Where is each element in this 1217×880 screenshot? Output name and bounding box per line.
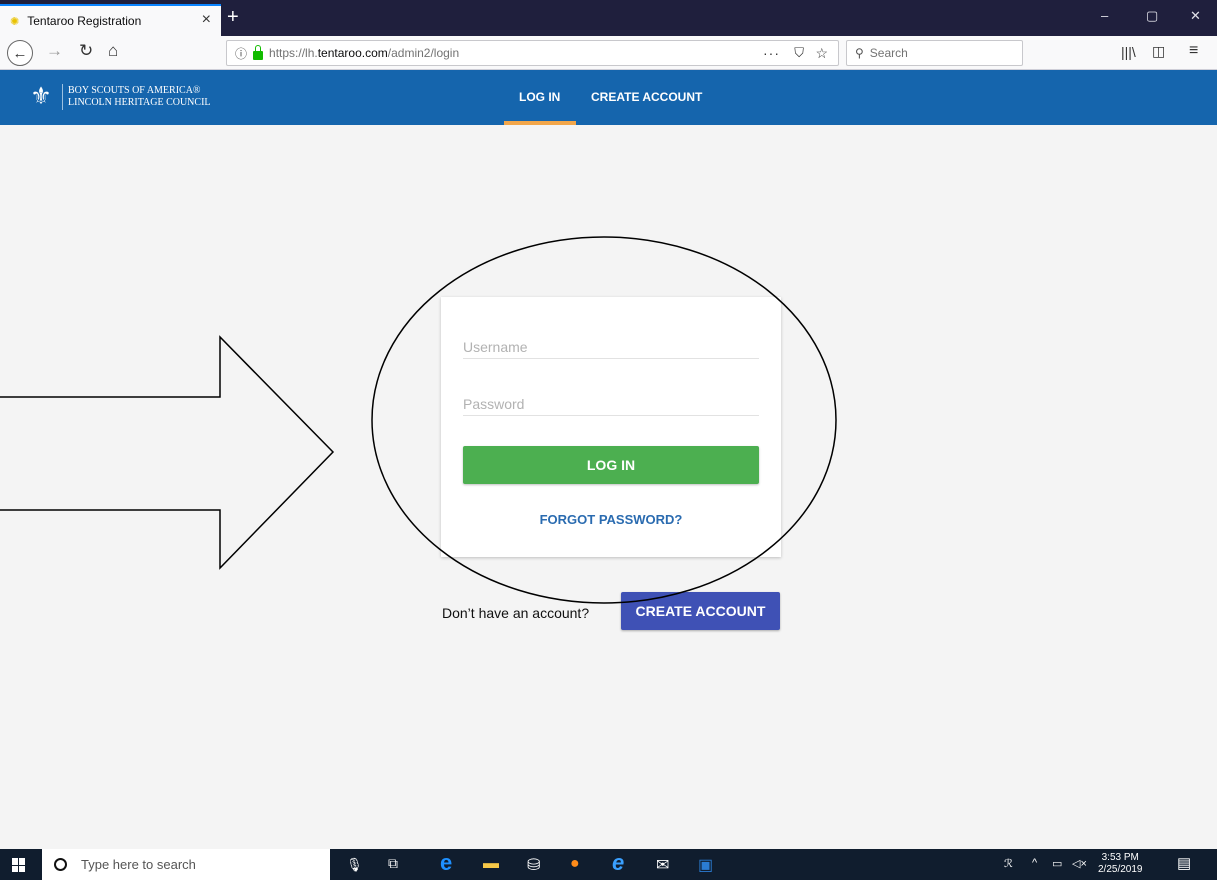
tab-favicon-icon: ✺ xyxy=(10,15,20,28)
nav-login-link[interactable]: LOG IN xyxy=(519,90,560,104)
url-prefix: https://lh. xyxy=(269,46,318,60)
mail-icon[interactable]: ✉ xyxy=(656,855,669,875)
clock-date: 2/25/2019 xyxy=(1098,864,1143,875)
firefox-icon[interactable]: ● xyxy=(570,855,580,873)
username-input[interactable] xyxy=(463,337,759,357)
store-icon[interactable]: ⛁ xyxy=(527,855,540,875)
login-card: LOG IN FORGOT PASSWORD? xyxy=(441,297,781,557)
taskbar-search-placeholder: Type here to search xyxy=(81,857,196,872)
forgot-password-link[interactable]: FORGOT PASSWORD? xyxy=(441,512,781,527)
browser-nav-bar: ← → ↻ ⌂ ⓘ https://lh. tentaroo.com/admin2… xyxy=(0,36,1217,70)
nav-create-account-link[interactable]: CREATE ACCOUNT xyxy=(591,90,702,104)
url-path: /admin2/login xyxy=(387,46,460,60)
browser-tab[interactable]: ✺ Tentaroo Registration × xyxy=(0,4,221,36)
edge-icon[interactable]: e xyxy=(440,850,452,876)
word-icon[interactable]: ▣ xyxy=(698,855,713,875)
org-line-1: BOY SCOUTS OF AMERICA® xyxy=(68,85,201,96)
lock-icon xyxy=(253,44,264,60)
minimize-icon[interactable]: – xyxy=(1101,8,1108,23)
active-tab-indicator xyxy=(504,121,576,125)
pocket-icon[interactable]: ⛉ xyxy=(794,45,804,61)
site-header: ⚜ BOY SCOUTS OF AMERICA® LINCOLN HERITAG… xyxy=(0,70,1217,125)
taskbar-search-box[interactable]: Type here to search xyxy=(42,849,330,880)
password-input[interactable] xyxy=(463,394,759,414)
library-icon[interactable]: |||\ xyxy=(1121,44,1136,60)
browser-tab-bar: ✺ Tentaroo Registration × + – ▢ ✕ xyxy=(0,0,1217,36)
tray-chevron-icon[interactable]: ^ xyxy=(1032,857,1037,869)
org-line-2: LINCOLN HERITAGE COUNCIL xyxy=(68,97,211,108)
no-account-prompt: Don’t have an account? xyxy=(442,605,590,621)
forward-arrow-icon[interactable]: → xyxy=(46,41,63,61)
home-icon[interactable]: ⌂ xyxy=(108,41,118,61)
search-icon: ⚲ xyxy=(855,46,864,60)
url-bar[interactable]: ⓘ https://lh. tentaroo.com/admin2/login ·… xyxy=(226,40,839,66)
bsa-logo-icon[interactable]: ⚜ xyxy=(24,82,58,112)
close-window-icon[interactable]: ✕ xyxy=(1190,8,1201,24)
new-tab-button[interactable]: + xyxy=(227,6,239,29)
file-explorer-icon[interactable]: ▬ xyxy=(483,855,499,873)
tab-close-icon[interactable]: × xyxy=(202,11,211,29)
login-button[interactable]: LOG IN xyxy=(463,446,759,484)
password-field[interactable] xyxy=(463,394,759,416)
network-icon[interactable]: ▭ xyxy=(1052,857,1062,870)
clock-time: 3:53 PM xyxy=(1101,852,1139,863)
search-placeholder: Search xyxy=(869,46,908,60)
microphone-icon[interactable]: 🎙 xyxy=(346,857,363,873)
windows-taskbar: Type here to search 🎙 ⧉ e ▬ ⛁ ● e ✉ ▣ ℛ … xyxy=(0,849,1217,880)
site-info-icon[interactable]: ⓘ xyxy=(235,45,247,62)
page-actions-icon[interactable]: ··· xyxy=(763,45,780,61)
username-field[interactable] xyxy=(463,337,759,359)
org-name: BOY SCOUTS OF AMERICA® LINCOLN HERITAGE … xyxy=(68,85,211,109)
browser-search-box[interactable]: ⚲ Search xyxy=(846,40,1023,66)
taskbar-clock[interactable]: 3:53 PM 2/25/2019 xyxy=(1098,852,1143,876)
windows-start-icon[interactable] xyxy=(12,858,26,872)
back-arrow-icon[interactable]: ← xyxy=(7,40,33,66)
logo-divider xyxy=(62,84,63,110)
volume-icon[interactable]: ◁× xyxy=(1072,857,1087,870)
sidebar-icon[interactable]: ◫ xyxy=(1152,43,1165,60)
people-icon[interactable]: ℛ xyxy=(1004,857,1013,870)
cortana-icon xyxy=(54,858,67,871)
url-host: tentaroo.com xyxy=(317,46,388,60)
create-account-button[interactable]: CREATE ACCOUNT xyxy=(621,592,780,630)
restore-icon[interactable]: ▢ xyxy=(1146,8,1158,24)
task-view-icon[interactable]: ⧉ xyxy=(388,855,398,872)
tab-title: Tentaroo Registration xyxy=(27,14,142,28)
internet-explorer-icon[interactable]: e xyxy=(612,850,624,876)
annotation-arrow xyxy=(0,335,335,570)
bookmark-star-icon[interactable]: ☆ xyxy=(815,45,828,62)
reload-icon[interactable]: ↻ xyxy=(79,41,93,61)
action-center-icon[interactable]: ▤ xyxy=(1177,854,1191,872)
menu-icon[interactable]: ≡ xyxy=(1189,42,1198,60)
